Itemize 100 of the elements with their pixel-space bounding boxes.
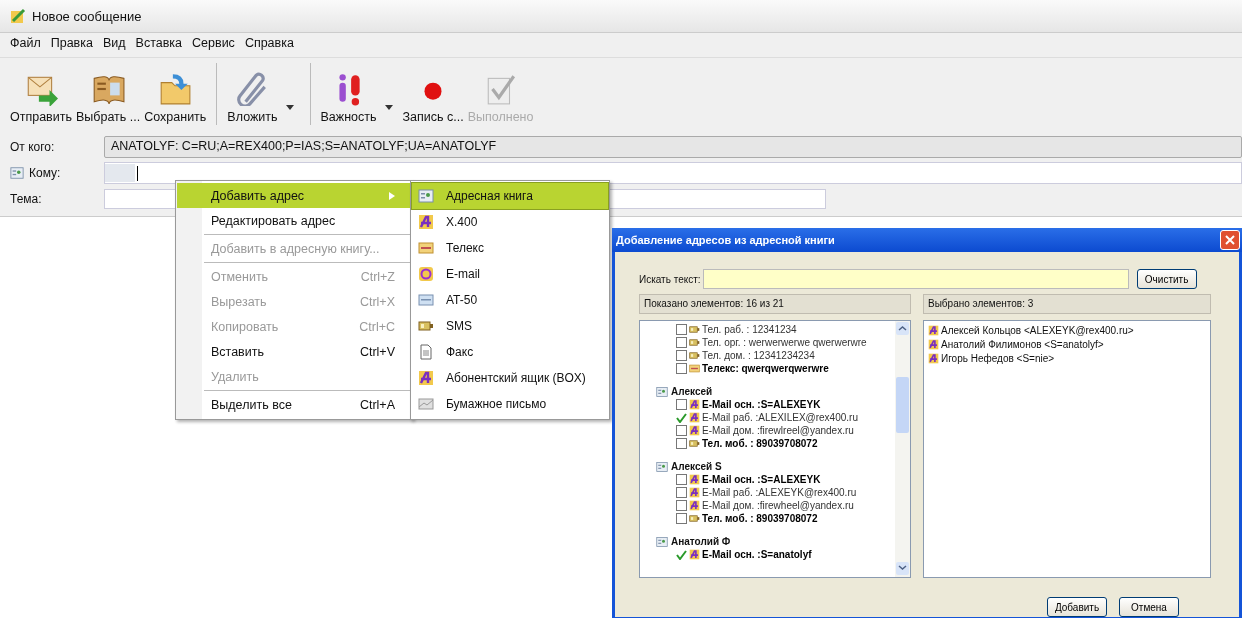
list-item[interactable]: Игорь Нефедов <S=nie> [928, 351, 1206, 365]
dialog-button[interactable]: Добавить [1047, 597, 1107, 617]
toolbar-button[interactable]: Отправить [8, 72, 74, 124]
letter-badge-icon [928, 352, 939, 364]
close-icon [1225, 235, 1235, 245]
letter-badge-icon [689, 549, 700, 560]
search-field[interactable] [702, 269, 1129, 289]
menu-item[interactable]: Добавить адрес [177, 183, 411, 208]
tree-group[interactable]: Алексей S [640, 460, 910, 473]
tree-item[interactable]: E-Mail осн. :S=ALEXEYK [640, 473, 910, 486]
sender-field[interactable]: ANATOLYF: C=RU;A=REX400;P=IAS;S=ANATOLYF;UA=ANATOLYF [104, 136, 1242, 158]
menu-item[interactable]: Файл [6, 36, 47, 54]
list-item[interactable]: Анатолий Филимонов <S=anatolyf> [928, 337, 1206, 351]
checkbox[interactable] [676, 363, 687, 374]
tree-item[interactable]: E-Mail раб. :ALEXEYK@rex400.ru [640, 486, 910, 499]
window-title: Новое сообщение [32, 8, 142, 24]
letter-badge-icon [928, 324, 939, 336]
menu-item[interactable]: E-mail [412, 261, 608, 287]
toolbar-button[interactable]: Запись с... [400, 72, 466, 124]
tree-item[interactable]: E-Mail осн. :S=anatolyf [640, 548, 910, 561]
menu-item[interactable]: Адресная книга [412, 183, 608, 209]
list-item[interactable]: Алексей Кольцов <ALEXEYK@rex400.ru> [928, 323, 1206, 337]
phone-card-icon [689, 438, 700, 449]
menu-item[interactable]: Правка [46, 36, 99, 54]
checkbox[interactable] [676, 500, 687, 511]
caret-icon[interactable] [384, 105, 393, 110]
checkmark-icon[interactable] [676, 412, 687, 423]
clear-button[interactable]: Очистить [1136, 269, 1197, 289]
checkbox[interactable] [676, 399, 687, 410]
tree-item[interactable]: Тел. орг. : werwerwerwe qwerwerwre [640, 336, 910, 349]
letter-badge-icon [418, 370, 434, 386]
status-label: Показано элементов: 16 из 21 [639, 294, 911, 314]
contact-card-icon [656, 535, 668, 548]
menu-item[interactable]: Абонентский ящик (BOX) [412, 365, 608, 391]
phone-card-icon [689, 513, 700, 524]
menu-item[interactable]: Вид [98, 36, 132, 54]
field-label: Тема: [10, 192, 42, 206]
telex-card-icon [689, 363, 700, 374]
contact-card-icon [418, 188, 434, 204]
status-label: Выбрано элементов: 3 [923, 294, 1211, 314]
menu-item[interactable]: SMS [412, 313, 608, 339]
checkbox[interactable] [676, 513, 687, 524]
toolbar-button[interactable]: Выбрать ... [74, 72, 143, 124]
checkbox[interactable] [676, 487, 687, 498]
tree-item[interactable]: Тел. раб. : 12341234 [640, 323, 910, 336]
document-icon [418, 344, 434, 360]
search-label: Искать текст: [639, 273, 701, 285]
toolbar-button[interactable]: Вложить [225, 72, 280, 124]
scrollbar[interactable] [895, 321, 910, 577]
menu-item[interactable]: Факс [412, 339, 608, 365]
contact-card-icon [10, 166, 24, 180]
letter-badge-icon [689, 500, 700, 511]
menu-item[interactable]: Редактировать адрес [177, 208, 411, 233]
checkbox[interactable] [676, 324, 687, 335]
letter-badge-icon [689, 487, 700, 498]
tree-item[interactable]: Тел. дом. : 12341234234 [640, 349, 910, 362]
checkbox[interactable] [676, 425, 687, 436]
letter-badge-icon [689, 474, 700, 485]
tree-item[interactable]: E-Mail осн. :S=ALEXEYK [640, 398, 910, 411]
close-button[interactable] [1220, 230, 1240, 250]
tree-item[interactable]: E-Mail дом. :firewheel@yandex.ru [640, 499, 910, 512]
checkbox[interactable] [676, 350, 687, 361]
menu-item[interactable]: Сервис [188, 36, 241, 54]
field-label: От кого: [10, 140, 55, 154]
caret-icon[interactable] [285, 105, 294, 110]
tree-item[interactable]: Телекс: qwerqwerqwerwre [640, 362, 910, 375]
submenu-arrow-icon [389, 191, 395, 200]
menu-item[interactable]: X.400 [412, 209, 608, 235]
field-label: Кому: [29, 166, 61, 180]
checkbox[interactable] [676, 438, 687, 449]
folder-icon [158, 72, 193, 106]
menu-item[interactable]: Бумажное письмо [412, 391, 608, 417]
menu-item[interactable]: AT-50 [412, 287, 608, 313]
menu-item[interactable]: Телекс [412, 235, 608, 261]
contact-card-icon [656, 385, 668, 398]
letter-badge-icon [928, 338, 939, 350]
dialog-button[interactable]: Отмена [1119, 597, 1179, 617]
contact-card-icon [656, 460, 668, 473]
menu-item[interactable]: Вставка [131, 36, 189, 54]
keyboard-card-icon [418, 292, 434, 308]
checkmark-icon[interactable] [676, 549, 687, 560]
checkbox[interactable] [676, 337, 687, 348]
tree-group[interactable]: Анатолий Ф [640, 535, 910, 548]
letter-badge-icon [689, 399, 700, 410]
toolbar-button[interactable]: Сохранить [142, 72, 209, 124]
toolbar-button[interactable]: Важность [318, 72, 379, 124]
menu-item[interactable]: Выделить все Ctrl+A [177, 392, 411, 417]
menu-item[interactable]: Вставить Ctrl+V [177, 339, 411, 364]
recipient-field[interactable] [104, 162, 1242, 184]
tree-item[interactable]: E-Mail раб. :ALEXILEX@rex400.ru [640, 411, 910, 424]
checkbox[interactable] [676, 474, 687, 485]
pencil-icon [10, 8, 26, 24]
tree-group[interactable]: Алексей [640, 385, 910, 398]
phone-card-icon [689, 337, 700, 348]
tree-item[interactable]: E-Mail дом. :firewlreel@yandex.ru [640, 424, 910, 437]
phone-card-icon [689, 350, 700, 361]
tree-item[interactable]: Тел. моб. : 89039708072 [640, 437, 910, 450]
phone-card-icon [418, 318, 434, 334]
tree-item[interactable]: Тел. моб. : 89039708072 [640, 512, 910, 525]
menu-item[interactable]: Справка [240, 36, 300, 54]
